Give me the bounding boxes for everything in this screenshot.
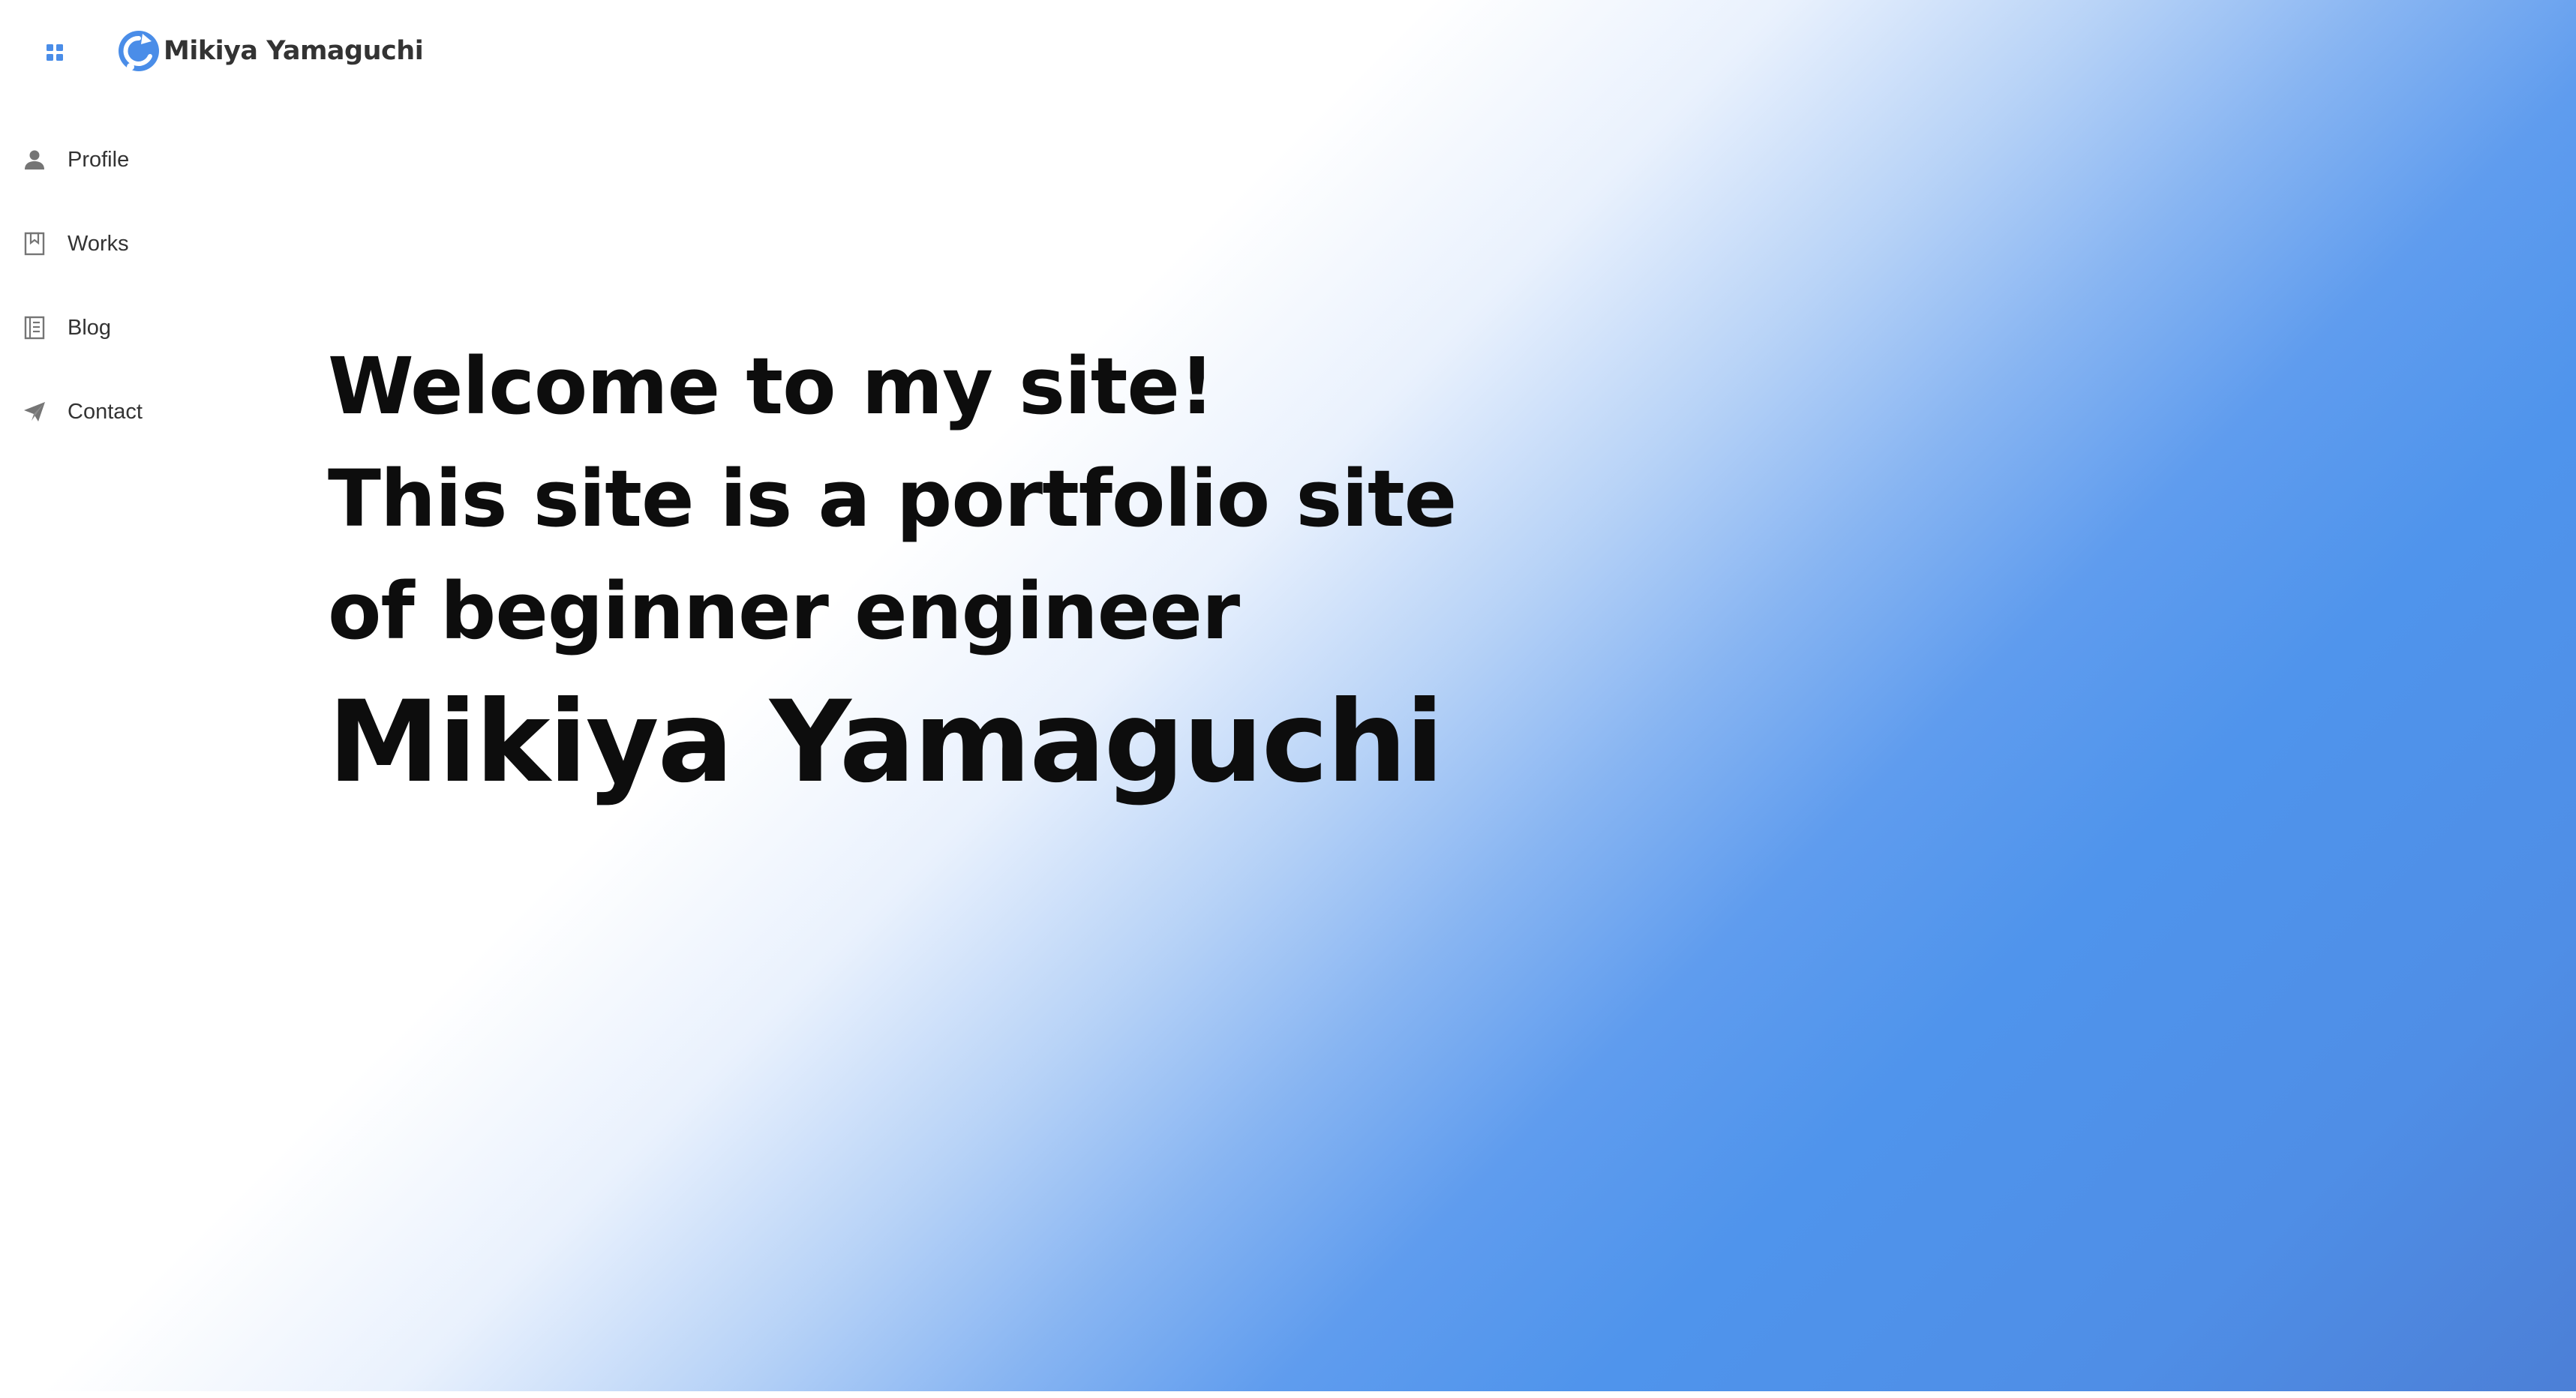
brand-home-link[interactable]: Mikiya Yamaguchi	[116, 27, 424, 75]
apps-menu-button[interactable]	[39, 34, 72, 68]
hero-line-portfolio: This site is a portfolio site	[328, 453, 1457, 544]
apps-grid-icon	[47, 44, 63, 61]
hero-line-welcome: Welcome to my site!	[328, 340, 1214, 432]
top-header: Mikiya Yamaguchi	[0, 0, 525, 98]
paper-plane-icon	[24, 402, 45, 422]
sidebar-item-label: Blog	[68, 315, 112, 340]
bottom-edge	[0, 1391, 2576, 1398]
circular-arrow-logo-icon	[119, 31, 159, 71]
sidebar-item-label: Profile	[68, 147, 130, 172]
document-icon	[24, 316, 45, 340]
sidebar-item-works[interactable]: Works	[23, 218, 233, 270]
bookmark-book-icon	[24, 232, 45, 256]
sidebar-item-label: Works	[68, 231, 129, 256]
sidebar-item-label: Contact	[68, 399, 143, 424]
person-icon	[25, 150, 44, 170]
sidebar-item-blog[interactable]: Blog	[23, 302, 233, 354]
hero-section: Welcome to my site! This site is a portf…	[328, 330, 1528, 818]
hero-owner-name: Mikiya Yamaguchi	[328, 677, 1444, 808]
brand-name: Mikiya Yamaguchi	[164, 36, 424, 66]
sidebar-item-profile[interactable]: Profile	[23, 134, 233, 186]
hero-line-engineer: of beginner engineer	[328, 566, 1240, 657]
sidebar-item-contact[interactable]: Contact	[23, 386, 233, 438]
